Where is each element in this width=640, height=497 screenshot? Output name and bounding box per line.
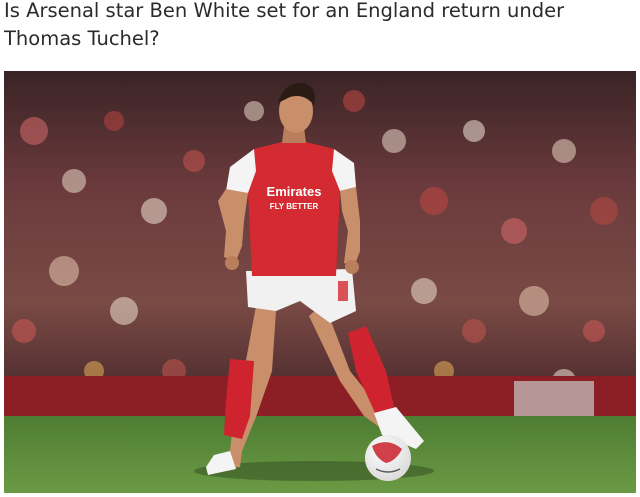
football [365,435,411,481]
kit-sponsor-line1: Emirates [267,184,322,199]
article-photo: Emirates FLY BETTER [4,71,636,493]
article-headline: Is Arsenal star Ben White set for an Eng… [4,0,565,50]
kit-sponsor-line2: FLY BETTER [270,202,319,211]
pitch [4,416,636,493]
